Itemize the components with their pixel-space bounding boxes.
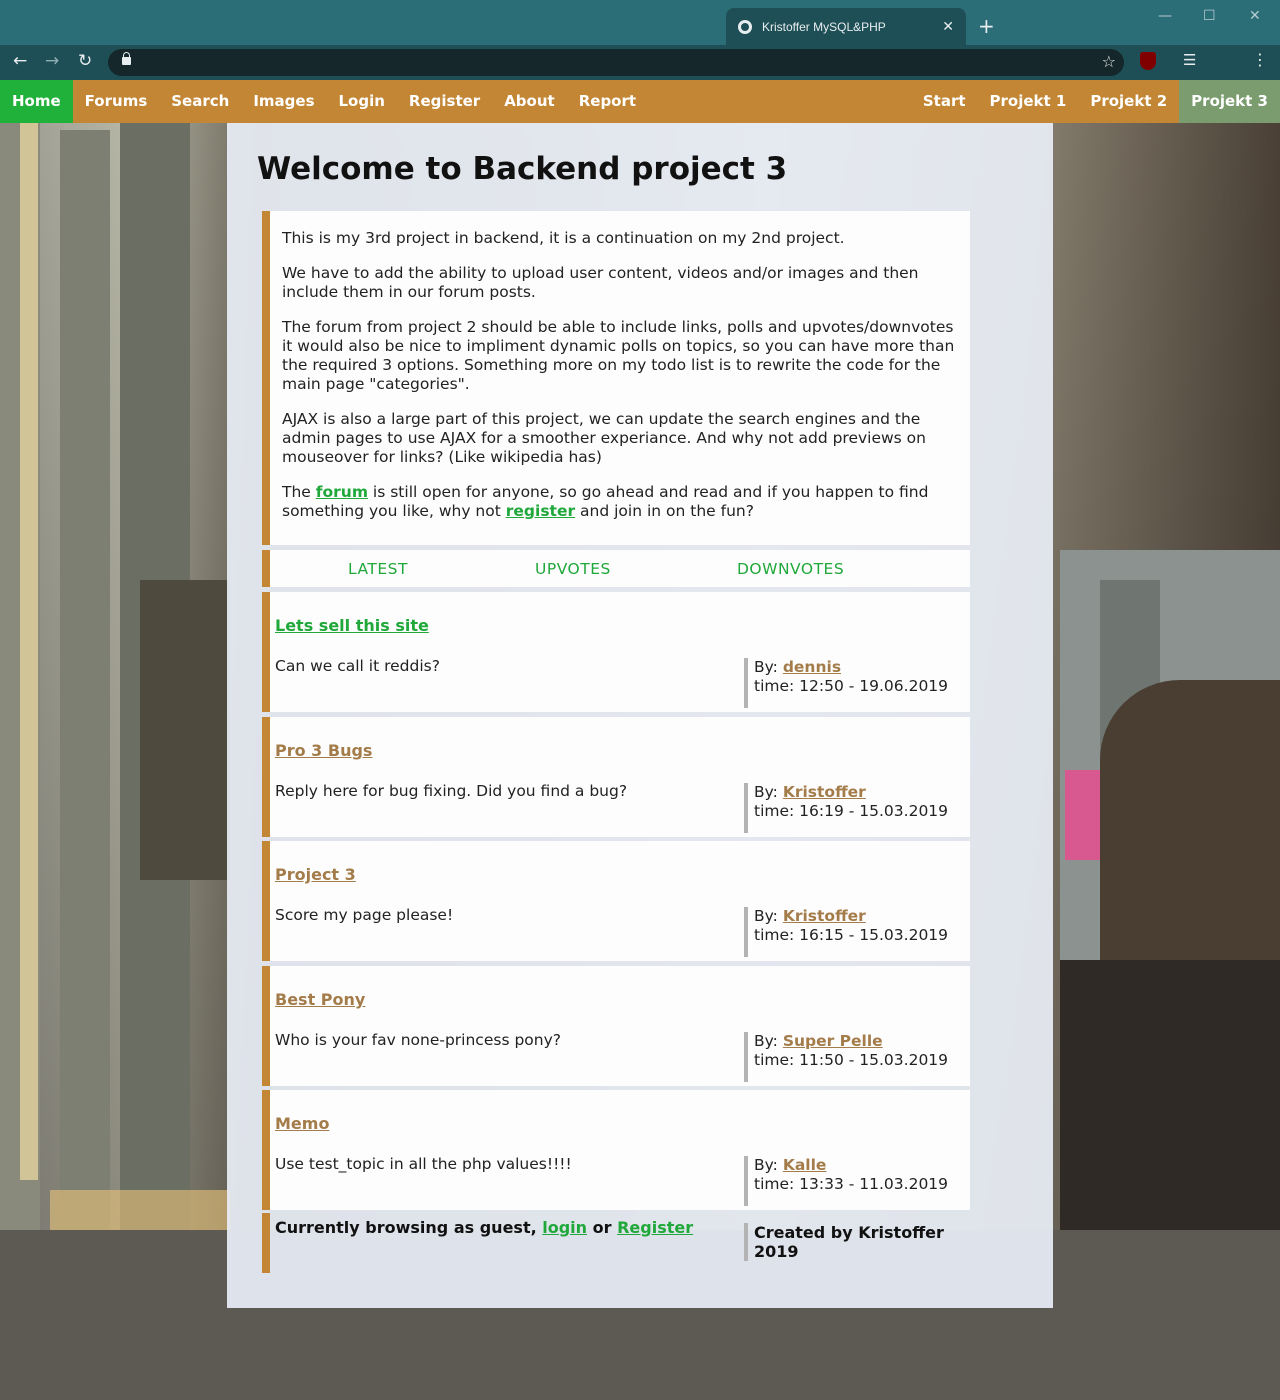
intro-paragraph: The forum is still open for anyone, so g… bbox=[282, 483, 929, 520]
post-body: Score my page please! bbox=[275, 906, 454, 924]
post-body: Can we call it reddis? bbox=[275, 657, 440, 675]
nav-forums[interactable]: Forums bbox=[73, 80, 160, 123]
reload-icon[interactable]: ↻ bbox=[78, 51, 92, 71]
ublock-extension-icon[interactable] bbox=[1140, 52, 1156, 70]
nav-about[interactable]: About bbox=[492, 80, 567, 123]
post-body: Reply here for bug fixing. Did you find … bbox=[275, 782, 628, 800]
nav-home[interactable]: Home bbox=[0, 80, 73, 123]
maximize-icon[interactable]: ☐ bbox=[1203, 8, 1216, 24]
register-link[interactable]: register bbox=[506, 502, 575, 520]
post-meta: By: Super Pelle time: 11:50 - 15.03.2019 bbox=[744, 1032, 948, 1082]
post-item: Memo Use test_topic in all the php value… bbox=[262, 1090, 970, 1210]
post-body: Use test_topic in all the php values!!!! bbox=[275, 1155, 572, 1173]
intro-paragraph: We have to add the ability to upload use… bbox=[282, 264, 919, 301]
post-author-link[interactable]: Super Pelle bbox=[783, 1032, 883, 1050]
post-title-link[interactable]: Project 3 bbox=[275, 865, 356, 884]
guest-status: Currently browsing as guest, login or Re… bbox=[275, 1218, 694, 1237]
footer-register-link[interactable]: Register bbox=[617, 1218, 693, 1237]
post-item: Best Pony Who is your fav none-princess … bbox=[262, 966, 970, 1086]
lock-icon bbox=[122, 52, 131, 65]
new-tab-button[interactable]: + bbox=[978, 14, 995, 38]
intro-box: This is my 3rd project in backend, it is… bbox=[262, 211, 970, 545]
post-author-link[interactable]: dennis bbox=[783, 658, 841, 676]
sort-upvotes-tab[interactable]: UPVOTES bbox=[535, 560, 611, 578]
site-navbar: Home Forums Search Images Login Register… bbox=[0, 80, 1280, 123]
nav-projekt-2[interactable]: Projekt 2 bbox=[1078, 80, 1179, 123]
bookmark-star-icon[interactable]: ☆ bbox=[1102, 52, 1116, 71]
footer-login-link[interactable]: login bbox=[542, 1218, 587, 1237]
post-meta: By: Kristoffer time: 16:19 - 15.03.2019 bbox=[744, 783, 948, 833]
browser-tab[interactable]: Kristoffer MySQL&PHP ✕ bbox=[726, 8, 966, 45]
forward-icon[interactable]: → bbox=[45, 51, 59, 71]
intro-paragraph: The forum from project 2 should be able … bbox=[282, 318, 955, 393]
nav-login[interactable]: Login bbox=[327, 80, 397, 123]
post-meta: By: Kristoffer time: 16:15 - 15.03.2019 bbox=[744, 907, 948, 957]
post-time: time: 12:50 - 19.06.2019 bbox=[754, 677, 949, 695]
tab-title: Kristoffer MySQL&PHP bbox=[762, 19, 886, 34]
post-title-link[interactable]: Memo bbox=[275, 1114, 329, 1133]
sort-downvotes-tab[interactable]: DOWNVOTES bbox=[737, 560, 844, 578]
minimize-icon[interactable]: — bbox=[1158, 8, 1172, 24]
post-body: Who is your fav none-princess pony? bbox=[275, 1031, 561, 1049]
post-time: time: 16:19 - 15.03.2019 bbox=[754, 802, 949, 820]
nav-projekt-1[interactable]: Projekt 1 bbox=[978, 80, 1079, 123]
intro-paragraph: AJAX is also a large part of this projec… bbox=[282, 410, 926, 466]
browser-toolbar: ← → ↻ ☆ bbox=[0, 45, 1280, 80]
sort-latest-tab[interactable]: LATEST bbox=[348, 560, 408, 578]
window-close-icon[interactable]: ✕ bbox=[1249, 8, 1261, 24]
post-time: time: 11:50 - 15.03.2019 bbox=[754, 1051, 949, 1069]
post-item: Project 3 Score my page please! By: Kris… bbox=[262, 841, 970, 961]
post-title-link[interactable]: Lets sell this site bbox=[275, 616, 429, 635]
post-time: time: 13:33 - 11.03.2019 bbox=[754, 1175, 949, 1193]
post-time: time: 16:15 - 15.03.2019 bbox=[754, 926, 949, 944]
footer-credit: Created by Kristoffer 2019 bbox=[744, 1223, 944, 1261]
post-meta: By: Kalle time: 13:33 - 11.03.2019 bbox=[744, 1156, 948, 1206]
close-tab-icon[interactable]: ✕ bbox=[942, 18, 954, 35]
browser-titlebar: Kristoffer MySQL&PHP ✕ + — ☐ ✕ bbox=[0, 0, 1280, 45]
nav-report[interactable]: Report bbox=[567, 80, 648, 123]
back-icon[interactable]: ← bbox=[13, 51, 27, 71]
nav-images[interactable]: Images bbox=[241, 80, 326, 123]
post-author-link[interactable]: Kristoffer bbox=[783, 783, 866, 801]
globe-icon bbox=[738, 19, 752, 34]
forum-link[interactable]: forum bbox=[316, 483, 368, 501]
nav-projekt-3[interactable]: Projekt 3 bbox=[1179, 80, 1280, 123]
nav-search[interactable]: Search bbox=[159, 80, 241, 123]
post-title-link[interactable]: Best Pony bbox=[275, 990, 365, 1009]
nav-start[interactable]: Start bbox=[911, 80, 978, 123]
post-author-link[interactable]: Kristoffer bbox=[783, 907, 866, 925]
browser-menu-icon[interactable]: ⋮ bbox=[1252, 50, 1268, 69]
sort-bar: LATEST UPVOTES DOWNVOTES bbox=[262, 550, 970, 587]
intro-paragraph: This is my 3rd project in backend, it is… bbox=[282, 229, 845, 247]
post-item: Pro 3 Bugs Reply here for bug fixing. Di… bbox=[262, 717, 970, 837]
nav-register[interactable]: Register bbox=[397, 80, 492, 123]
page-title: Welcome to Backend project 3 bbox=[257, 151, 788, 187]
post-title-link[interactable]: Pro 3 Bugs bbox=[275, 741, 372, 760]
media-controls-icon[interactable]: ☰ bbox=[1183, 51, 1196, 69]
post-item: Lets sell this site Can we call it reddi… bbox=[262, 592, 970, 712]
main-content: Welcome to Backend project 3 This is my … bbox=[227, 123, 1053, 1308]
post-meta: By: dennis time: 12:50 - 19.06.2019 bbox=[744, 658, 948, 708]
page-footer: Currently browsing as guest, login or Re… bbox=[262, 1213, 970, 1273]
post-author-link[interactable]: Kalle bbox=[783, 1156, 827, 1174]
address-bar[interactable]: ☆ bbox=[108, 49, 1124, 76]
